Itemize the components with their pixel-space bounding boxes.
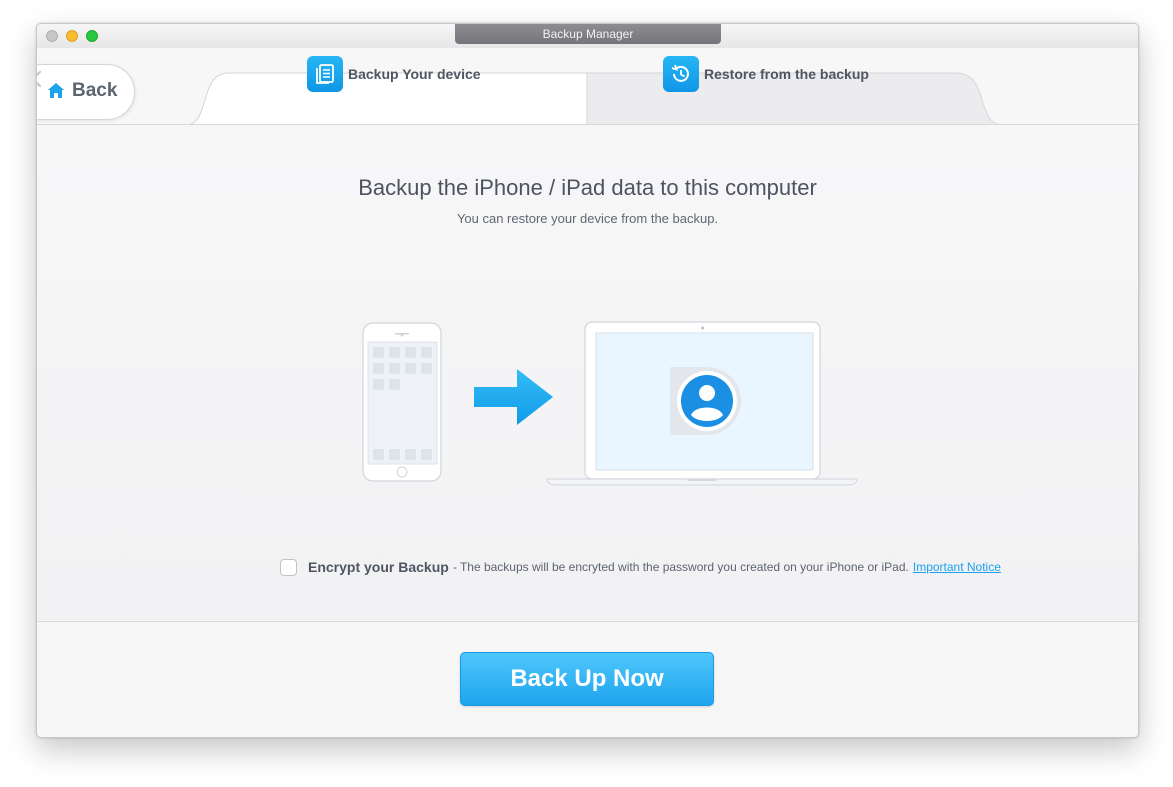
restore-clock-icon xyxy=(663,56,699,92)
app-logo-icon xyxy=(670,367,741,435)
tab-backup-content: Backup Your device xyxy=(307,56,481,92)
tab-restore-from-backup[interactable]: Restore from the backup xyxy=(587,56,1003,125)
backup-panel: Backup the iPhone / iPad data to this co… xyxy=(37,125,1138,621)
tab-bar: Back Backup Your device Restore from the… xyxy=(37,48,1138,125)
encrypt-backup-description: - The backups will be encryted with the … xyxy=(452,560,909,574)
encrypt-backup-label: Encrypt your Backup xyxy=(308,559,449,575)
laptop-illustration xyxy=(546,321,858,486)
iphone-illustration xyxy=(362,322,442,482)
home-icon xyxy=(47,82,65,100)
phone-to-computer-illustration xyxy=(362,321,858,486)
tab-backup-your-device[interactable]: Backup Your device xyxy=(185,56,587,125)
tab-restore-label: Restore from the backup xyxy=(704,66,869,82)
page-subtitle: You can restore your device from the bac… xyxy=(456,211,719,226)
backup-document-icon xyxy=(307,56,343,92)
backup-manager-window: Backup Manager Back Backup Your device R… xyxy=(36,23,1139,738)
page-title: Backup the iPhone / iPad data to this co… xyxy=(358,175,817,200)
encrypt-backup-option: Encrypt your Backup - The backups will b… xyxy=(280,557,1001,577)
zoom-window-button[interactable] xyxy=(86,30,98,42)
back-label: Back xyxy=(72,80,118,101)
tab-restore-content: Restore from the backup xyxy=(663,56,869,92)
back-up-now-button[interactable]: Back Up Now xyxy=(460,652,714,706)
arrow-right-icon xyxy=(474,369,553,425)
title-bar: Backup Manager xyxy=(37,24,1138,48)
minimize-window-button[interactable] xyxy=(66,30,78,42)
back-button[interactable]: Back xyxy=(37,64,135,120)
tab-backup-label: Backup Your device xyxy=(348,66,481,82)
window-title: Backup Manager xyxy=(455,24,721,44)
footer-bar: Back Up Now xyxy=(37,622,1138,737)
important-notice-link[interactable]: Important Notice xyxy=(913,560,1001,574)
close-window-button[interactable] xyxy=(46,30,58,42)
encrypt-backup-checkbox[interactable] xyxy=(280,558,297,576)
